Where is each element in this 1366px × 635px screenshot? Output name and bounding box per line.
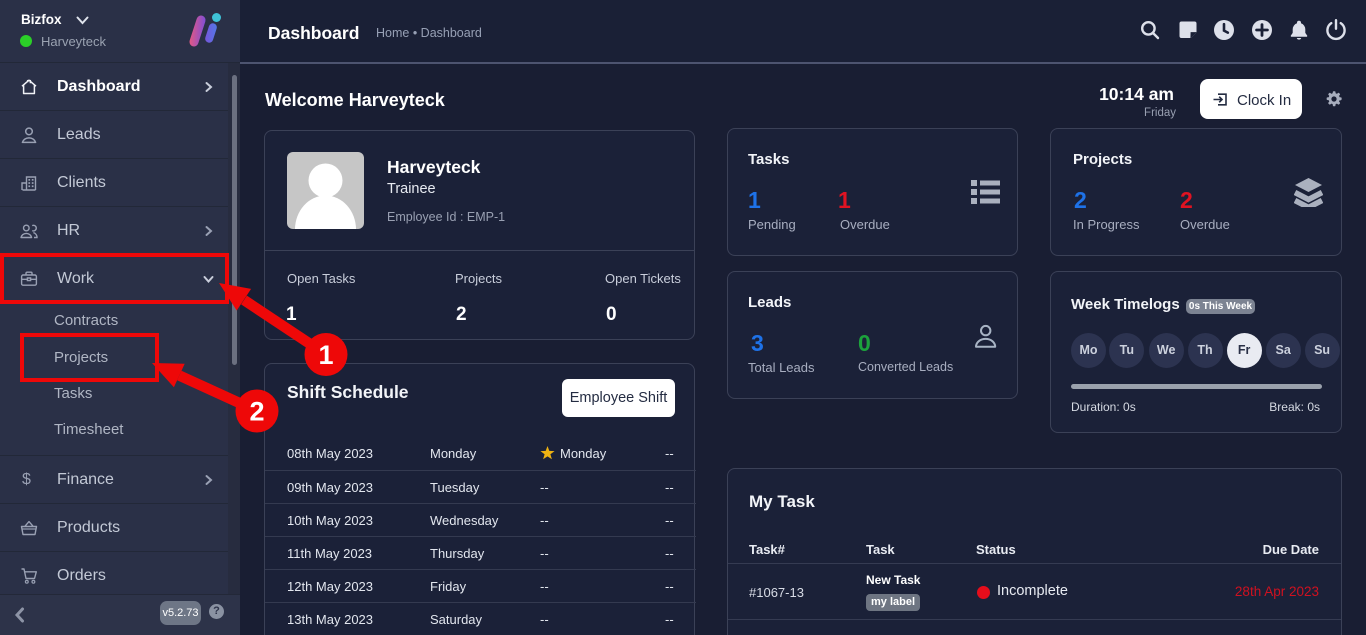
svg-text:2: 2: [249, 397, 264, 427]
